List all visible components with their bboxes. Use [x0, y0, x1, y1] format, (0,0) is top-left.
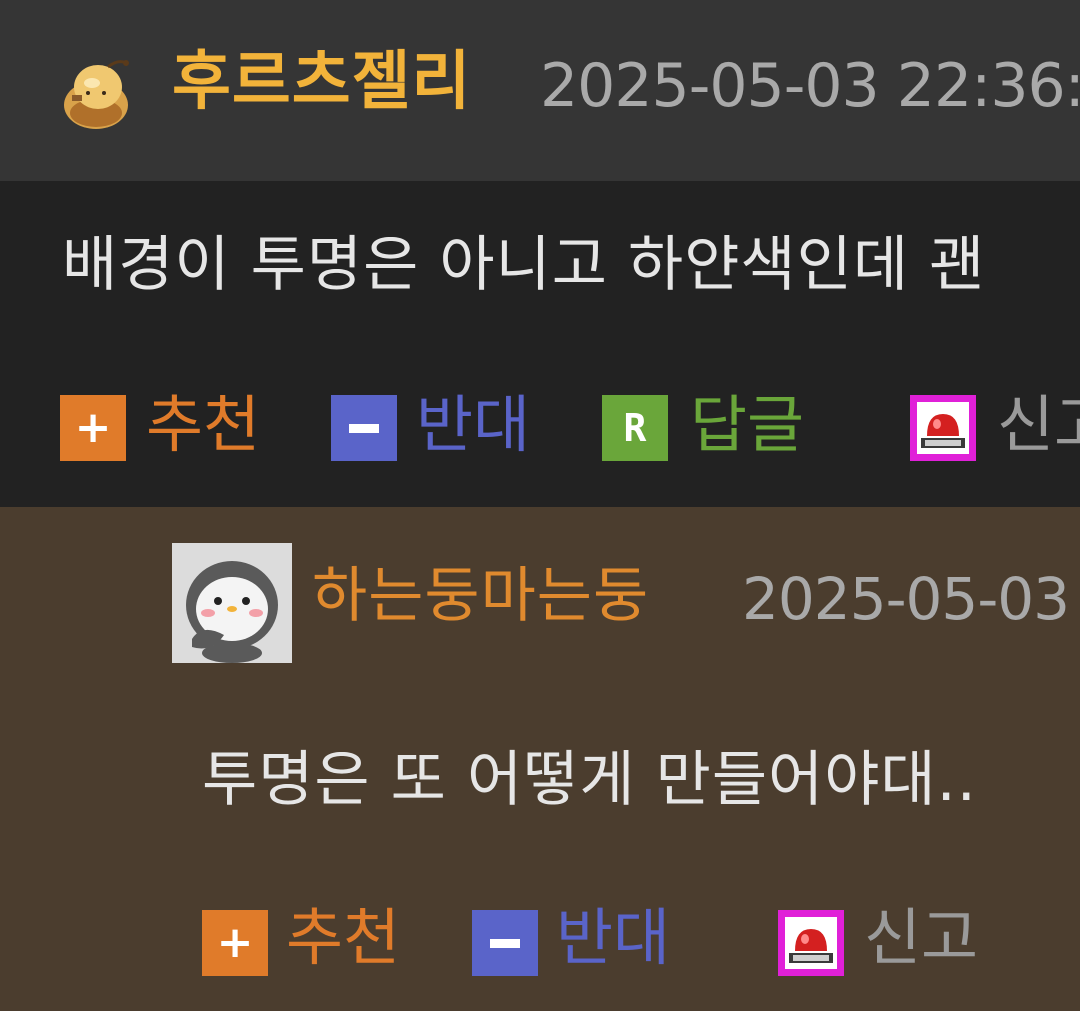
comment-thread: 후르츠젤리 2025-05-03 22:36: 배경이 투명은 아니고 하얀색인… [0, 0, 1080, 1011]
reply-icon[interactable]: R [602, 395, 668, 461]
oppose-button[interactable]: 반대 [556, 900, 670, 976]
reply-date: 2025-05-03 [742, 565, 1070, 633]
recommend-button[interactable]: 추천 [286, 900, 400, 976]
reply-text: 투명은 또 어떻게 만들어야대.. [202, 745, 977, 815]
comment-nickname[interactable]: 후르츠젤리 [172, 42, 471, 122]
reply-button[interactable]: 답글 [690, 387, 804, 463]
report-button[interactable]: 신고 [864, 900, 978, 976]
siren-icon[interactable] [910, 395, 976, 461]
oppose-icon[interactable] [331, 395, 397, 461]
comment-header: 후르츠젤리 2025-05-03 22:36: [0, 0, 1080, 181]
oppose-button[interactable]: 반대 [416, 387, 530, 463]
recommend-icon[interactable]: + [60, 395, 126, 461]
siren-icon[interactable] [778, 910, 844, 976]
penguin-icon [172, 543, 292, 663]
avatar [172, 543, 292, 663]
comment-text: 배경이 투명은 아니고 하얀색인데 괜 [62, 230, 986, 300]
oppose-icon[interactable] [472, 910, 538, 976]
recommend-icon[interactable]: + [202, 910, 268, 976]
report-button[interactable]: 신고 [997, 387, 1080, 463]
reply-nickname[interactable]: 하는둥마는둥 [312, 558, 649, 634]
comment-body: 배경이 투명은 아니고 하얀색인데 괜 + 추천 반대 R 답글 신고 [0, 181, 1080, 507]
comment-date: 2025-05-03 22:36: [540, 51, 1080, 121]
jelly-character-icon [64, 60, 129, 129]
recommend-button[interactable]: 추천 [146, 387, 260, 463]
